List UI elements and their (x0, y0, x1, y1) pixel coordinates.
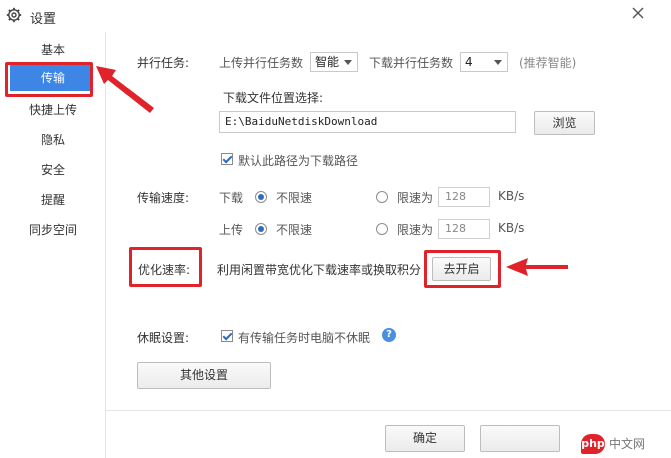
default-path-checkbox[interactable] (221, 153, 233, 165)
browse-button[interactable]: 浏览 (534, 111, 595, 135)
upload-parallel-label: 上传并行任务数 (219, 56, 304, 70)
close-icon[interactable] (631, 6, 645, 20)
watermark-logo: php (581, 434, 605, 454)
gear-icon (6, 7, 22, 23)
upload-limit-radio[interactable] (376, 223, 388, 235)
download-limit-label: 限速为 (397, 191, 434, 205)
sidebar-item-security[interactable]: 安全 (0, 155, 106, 185)
download-location-label: 下载文件位置选择: (223, 91, 324, 105)
upload-parallel-select[interactable]: 智能 (310, 52, 358, 72)
parallel-hint: (推荐智能) (519, 56, 577, 70)
download-parallel-select[interactable]: 4 (460, 52, 508, 72)
chevron-down-icon (494, 60, 502, 65)
optimize-rate-label: 优化速率: (138, 263, 191, 277)
cancel-button[interactable] (480, 425, 560, 452)
download-limit-input[interactable]: 128 (438, 187, 490, 207)
arrow-icon (506, 258, 568, 276)
help-icon[interactable]: ? (382, 328, 396, 342)
upload-unlimited-label: 不限速 (276, 223, 313, 237)
download-limit-unit: KB/s (498, 189, 525, 203)
default-path-checkbox-label: 默认此路径为下载路径 (238, 154, 359, 168)
sidebar-item-privacy[interactable]: 隐私 (0, 125, 106, 155)
download-limit-radio[interactable] (376, 191, 388, 203)
chevron-down-icon (344, 60, 352, 65)
download-parallel-label: 下载并行任务数 (369, 56, 454, 70)
download-unlimited-radio[interactable] (255, 191, 267, 203)
settings-content: 并行任务: 上传并行任务数 智能 下载并行任务数 4 (推荐智能) 下载文件位置… (106, 32, 671, 458)
sleep-settings-label: 休眠设置: (137, 331, 190, 345)
enable-optimize-button[interactable]: 去开启 (432, 257, 491, 281)
optimize-rate-description: 利用闲置带宽优化下载速率或换取积分 (217, 263, 422, 277)
other-settings-button[interactable]: 其他设置 (137, 362, 271, 389)
upload-parallel-value: 智能 (315, 55, 340, 69)
window-title: 设置 (30, 12, 57, 27)
arrow-icon (96, 66, 154, 113)
title-bar: 设置 (0, 0, 671, 32)
footer-divider (106, 410, 671, 411)
watermark: php 中文网 (581, 432, 665, 456)
upload-speed-label: 上传 (219, 223, 244, 237)
prevent-sleep-checkbox[interactable] (221, 330, 233, 342)
prevent-sleep-checkbox-label: 有传输任务时电脑不休眠 (238, 331, 371, 345)
upload-limit-unit: KB/s (498, 221, 525, 235)
download-unlimited-label: 不限速 (276, 191, 313, 205)
sidebar-item-reminder[interactable]: 提醒 (0, 185, 106, 215)
transfer-speed-label: 传输速度: (137, 191, 190, 205)
download-parallel-value: 4 (465, 55, 473, 69)
download-speed-label: 下载 (219, 191, 244, 205)
upload-unlimited-radio[interactable] (255, 223, 267, 235)
upload-limit-label: 限速为 (397, 223, 434, 237)
upload-limit-input[interactable]: 128 (438, 219, 490, 239)
sidebar-item-sync-space[interactable]: 同步空间 (0, 215, 106, 245)
ok-button[interactable]: 确定 (385, 425, 465, 452)
watermark-text: 中文网 (609, 437, 646, 451)
download-path-field[interactable]: E:\BaiduNetdiskDownload (219, 111, 516, 133)
